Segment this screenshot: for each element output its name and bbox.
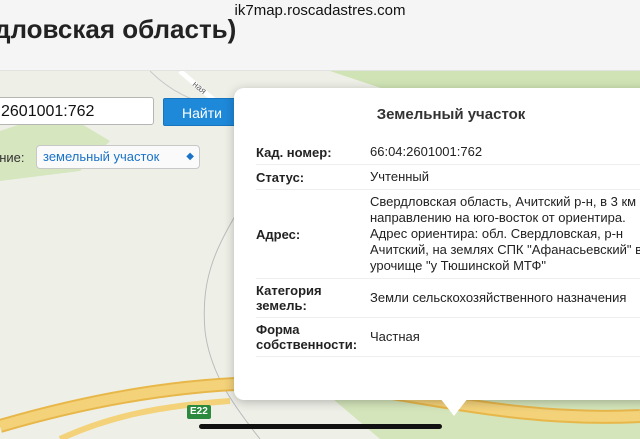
url-bar[interactable]: ik7map.roscadastres.com: [0, 0, 640, 22]
cadastral-search-input[interactable]: 2601001:762: [0, 97, 154, 125]
popup-title: Земельный участок: [376, 106, 526, 123]
search-mode-select[interactable]: земельный участок ◆: [36, 145, 200, 169]
row-value: Свердловская область, Ачитский р-н, в 3 …: [370, 189, 640, 279]
row-value: Учтенный: [370, 164, 640, 190]
row-value: 66:04:2601001:762: [370, 140, 640, 165]
road-number-badge: E22: [187, 405, 211, 419]
row-value: Земли сельскохозяйственного назначения: [370, 278, 640, 318]
parcel-info-table: Кад. номер: 66:04:2601001:762 Статус: Уч…: [256, 140, 640, 357]
table-row: Форма собственности: Частная: [256, 317, 640, 357]
table-row: Кад. номер: 66:04:2601001:762: [256, 140, 640, 165]
table-row: Адрес: Свердловская область, Ачитский р-…: [256, 189, 640, 279]
parcel-info-popup: Земельный участок Кад. номер: 66:04:2601…: [234, 88, 640, 400]
find-button[interactable]: Найти: [163, 98, 241, 126]
row-value: Частная: [370, 317, 640, 357]
search-mode-value: земельный участок: [43, 149, 160, 164]
home-indicator[interactable]: [199, 424, 442, 429]
chevron-updown-icon: ◆: [186, 151, 194, 162]
row-label: Категория земель:: [256, 278, 370, 318]
row-label: Кад. номер:: [256, 140, 370, 165]
search-mode-label: ение:: [0, 150, 25, 165]
table-row: Категория земель: Земли сельскохозяйстве…: [256, 278, 640, 318]
row-label: Адрес:: [256, 189, 370, 279]
popup-pointer: [440, 398, 468, 416]
table-row: Статус: Учтенный: [256, 164, 640, 190]
row-label: Форма собственности:: [256, 317, 370, 357]
row-label: Статус:: [256, 164, 370, 190]
